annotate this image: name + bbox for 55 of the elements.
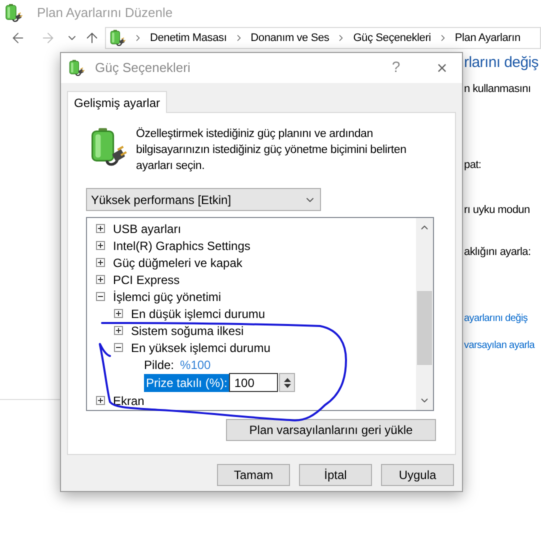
- control-panel-icon: [108, 29, 126, 47]
- address-bar[interactable]: Denetim Masası Donanım ve Ses Güç Seçenekleri Plan Ayarların: [105, 27, 541, 49]
- back-icon[interactable]: [10, 30, 26, 46]
- setting-text: aklığını ayarla:: [464, 245, 532, 260]
- spin-buttons[interactable]: [279, 373, 296, 392]
- setting-value[interactable]: %100: [180, 356, 211, 374]
- tree-item[interactable]: İşlemci güç yönetimi: [113, 288, 222, 306]
- expand-icon[interactable]: [114, 326, 123, 335]
- dialog-title: Güç Seçenekleri: [95, 59, 192, 78]
- breadcrumb-item[interactable]: Denetim Masası: [150, 30, 227, 46]
- restore-defaults-button[interactable]: Plan varsayılanlarını geri yükle: [226, 419, 436, 441]
- up-arrow-icon: [284, 378, 291, 382]
- up-icon[interactable]: [84, 30, 100, 46]
- help-button[interactable]: ?: [378, 56, 414, 80]
- down-arrow-icon: [284, 384, 291, 388]
- setting-text: rı uyku modun: [464, 202, 531, 218]
- tree-item[interactable]: Intel(R) Graphics Settings: [113, 236, 250, 254]
- section-heading: rlarını değiş: [464, 53, 540, 73]
- expand-icon[interactable]: [96, 241, 105, 250]
- expand-icon[interactable]: [96, 275, 105, 284]
- expand-icon[interactable]: [96, 396, 105, 405]
- window-title: Plan Ayarlarını Düzenle: [37, 4, 173, 22]
- tree-item[interactable]: Güç düğmeleri ve kapak: [113, 254, 242, 272]
- scroll-thumb[interactable]: [417, 291, 432, 365]
- dialog-button[interactable]: Tamam: [217, 464, 290, 486]
- power-plan-icon: [3, 3, 23, 23]
- settings-link[interactable]: ayarlarını değiş: [464, 310, 541, 326]
- expand-icon[interactable]: [96, 258, 105, 267]
- breadcrumb-item[interactable]: Güç Seçenekleri: [353, 30, 431, 46]
- tree-item[interactable]: Ekran: [113, 392, 144, 410]
- breadcrumb-item[interactable]: Donanım ve Ses: [250, 30, 330, 46]
- collapse-icon[interactable]: [96, 292, 105, 301]
- description-text: Özelleştirmek istediğiniz güç planını ve ardından bilgisayarınızın istediğiniz güç yönetme biçimini belirten ayarları seçin.: [136, 126, 408, 174]
- expand-icon[interactable]: [114, 309, 123, 318]
- spin-field[interactable]: 100: [229, 373, 278, 392]
- tree-item[interactable]: PCI Express: [113, 270, 180, 288]
- dialog-button[interactable]: İptal: [299, 464, 372, 486]
- tree-item[interactable]: En yüksek işlemci durumu: [131, 338, 270, 356]
- setting-text: n kullanmasını: [464, 82, 532, 96]
- tree-item[interactable]: Sistem soğuma ilkesi: [131, 322, 244, 340]
- tree-item[interactable]: USB ayarları: [113, 220, 182, 238]
- close-button[interactable]: ×: [422, 53, 462, 83]
- tree-item[interactable]: En düşük işlemci durumu: [131, 304, 266, 322]
- setting-label: Prize takılı (%):: [144, 374, 230, 392]
- tab[interactable]: Gelişmiş ayarlar: [67, 91, 168, 113]
- plan-dropdown[interactable]: Yüksek performans [Etkin]: [86, 188, 321, 211]
- dialog-button[interactable]: Uygula: [381, 464, 454, 486]
- power-options-icon: [67, 59, 85, 77]
- setting-label: Pilde:: [144, 356, 174, 374]
- breadcrumb-item[interactable]: Plan Ayarların: [454, 30, 520, 46]
- collapse-icon[interactable]: [114, 343, 123, 352]
- setting-text: pat:: [464, 158, 482, 173]
- settings-link[interactable]: varsayılan ayarla: [464, 338, 541, 352]
- scrollbar[interactable]: [416, 218, 433, 410]
- expand-icon[interactable]: [96, 224, 105, 233]
